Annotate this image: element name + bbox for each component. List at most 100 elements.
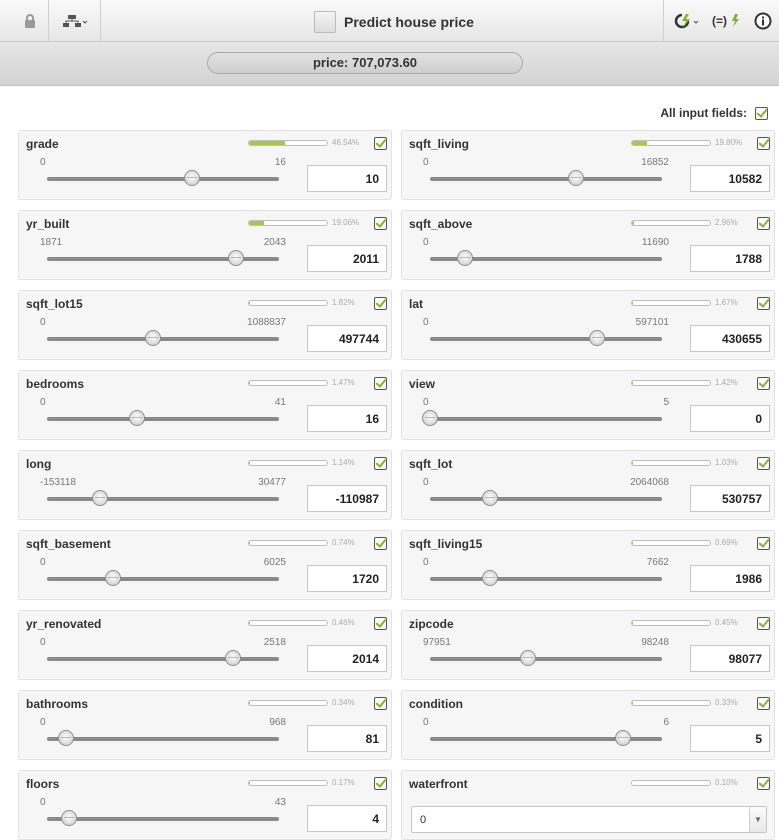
field-enable-checkbox[interactable]: [757, 377, 770, 390]
field-min: 0: [423, 397, 429, 408]
field-slider-handle[interactable]: [225, 650, 241, 666]
field-slider-handle[interactable]: [482, 570, 498, 586]
field-value-input[interactable]: 2011: [307, 245, 387, 272]
field-name: lat: [409, 297, 423, 311]
all-input-fields-checkbox[interactable]: [755, 107, 768, 120]
field-max: 2518: [264, 637, 286, 648]
field-slider-handle[interactable]: [58, 730, 74, 746]
field-select[interactable]: 0▼: [411, 806, 767, 833]
field-value-input[interactable]: 98077: [690, 645, 770, 672]
field-name: yr_renovated: [26, 617, 101, 631]
field-enable-checkbox[interactable]: [374, 697, 387, 710]
field-value-input[interactable]: -110987: [307, 485, 387, 512]
field-value-input[interactable]: 10: [307, 165, 387, 192]
field-slider-handle[interactable]: [61, 810, 77, 826]
field-slider-track[interactable]: [47, 177, 279, 181]
field-enable-checkbox[interactable]: [374, 137, 387, 150]
field-slider-handle[interactable]: [615, 730, 631, 746]
field-slider-handle[interactable]: [184, 170, 200, 186]
all-input-fields-label: All input fields:: [660, 106, 747, 120]
importance-fill: [632, 301, 633, 305]
field-slider-track[interactable]: [47, 577, 279, 581]
field-card-sqft-lot: sqft_lot1.03%02064068530757: [401, 450, 775, 520]
field-slider-track[interactable]: [430, 657, 662, 661]
field-slider-handle[interactable]: [228, 250, 244, 266]
field-slider-track[interactable]: [47, 337, 279, 341]
field-slider-handle[interactable]: [568, 170, 584, 186]
importance-percent: 1.47%: [332, 378, 355, 387]
field-slider-handle[interactable]: [482, 490, 498, 506]
field-slider-track[interactable]: [430, 577, 662, 581]
formula-icon[interactable]: (=): [710, 8, 742, 34]
field-value-input[interactable]: 530757: [690, 485, 770, 512]
field-enable-checkbox[interactable]: [757, 697, 770, 710]
field-value-input[interactable]: 4: [307, 805, 387, 832]
field-slider-track[interactable]: [47, 817, 279, 821]
field-slider-track[interactable]: [430, 497, 662, 501]
field-enable-checkbox[interactable]: [374, 457, 387, 470]
field-slider-handle[interactable]: [589, 330, 605, 346]
svg-text:(=): (=): [712, 14, 727, 28]
field-slider-handle[interactable]: [105, 570, 121, 586]
field-value-input[interactable]: 1788: [690, 245, 770, 272]
field-value-input[interactable]: 16: [307, 405, 387, 432]
field-value-input[interactable]: 1986: [690, 565, 770, 592]
field-min: 0: [423, 237, 429, 248]
field-value-input[interactable]: 10582: [690, 165, 770, 192]
field-slider-track[interactable]: [47, 737, 279, 741]
lock-icon[interactable]: [18, 8, 42, 34]
field-enable-checkbox[interactable]: [374, 617, 387, 630]
importance-percent: 1.14%: [332, 458, 355, 467]
field-enable-checkbox[interactable]: [374, 537, 387, 550]
field-slider-track[interactable]: [47, 417, 279, 421]
field-card-yr-renovated: yr_renovated0.46%025182014: [18, 610, 392, 680]
field-slider-track[interactable]: [430, 177, 662, 181]
info-icon[interactable]: [752, 8, 774, 34]
field-slider-track[interactable]: [47, 497, 279, 501]
field-slider-handle[interactable]: [129, 410, 145, 426]
field-value-input[interactable]: 497744: [307, 325, 387, 352]
field-min: 0: [40, 157, 46, 168]
importance-bar: [631, 620, 711, 626]
field-value-input[interactable]: 0: [690, 405, 770, 432]
field-value-input[interactable]: 2014: [307, 645, 387, 672]
field-enable-checkbox[interactable]: [374, 297, 387, 310]
field-slider-track[interactable]: [47, 657, 279, 661]
field-value-input[interactable]: 430655: [690, 325, 770, 352]
field-enable-checkbox[interactable]: [374, 777, 387, 790]
field-enable-checkbox[interactable]: [757, 137, 770, 150]
field-enable-checkbox[interactable]: [757, 457, 770, 470]
field-enable-checkbox[interactable]: [757, 617, 770, 630]
field-slider-track[interactable]: [47, 257, 279, 261]
field-slider-track[interactable]: [430, 417, 662, 421]
field-max: 98248: [641, 637, 669, 648]
field-enable-checkbox[interactable]: [374, 377, 387, 390]
field-value-input[interactable]: 1720: [307, 565, 387, 592]
field-slider-track[interactable]: [430, 337, 662, 341]
field-enable-checkbox[interactable]: [757, 217, 770, 230]
field-min: -153118: [40, 477, 76, 488]
prediction-bar: price: 707,073.60: [0, 42, 779, 86]
field-slider-handle[interactable]: [145, 330, 161, 346]
field-max: 41: [275, 397, 286, 408]
field-name: bathrooms: [26, 697, 88, 711]
importance-bar: [248, 300, 328, 306]
field-slider-handle[interactable]: [520, 650, 536, 666]
importance-bar: [631, 460, 711, 466]
field-enable-checkbox[interactable]: [374, 217, 387, 230]
field-slider-handle[interactable]: [457, 250, 473, 266]
importance-fill: [249, 381, 250, 385]
field-card-sqft-lot15: sqft_lot151.82%01088837497744: [18, 290, 392, 360]
field-value-input[interactable]: 81: [307, 725, 387, 752]
chevron-down-icon[interactable]: ▼: [749, 807, 766, 832]
lightning-icon[interactable]: [671, 8, 703, 34]
field-enable-checkbox[interactable]: [757, 537, 770, 550]
field-slider-handle[interactable]: [422, 410, 438, 426]
importance-percent: 0.17%: [332, 778, 355, 787]
tree-icon[interactable]: [58, 8, 92, 34]
toolbar: Predict house price (=): [0, 0, 779, 42]
field-value-input[interactable]: 5: [690, 725, 770, 752]
field-enable-checkbox[interactable]: [757, 777, 770, 790]
field-enable-checkbox[interactable]: [757, 297, 770, 310]
field-slider-handle[interactable]: [92, 490, 108, 506]
